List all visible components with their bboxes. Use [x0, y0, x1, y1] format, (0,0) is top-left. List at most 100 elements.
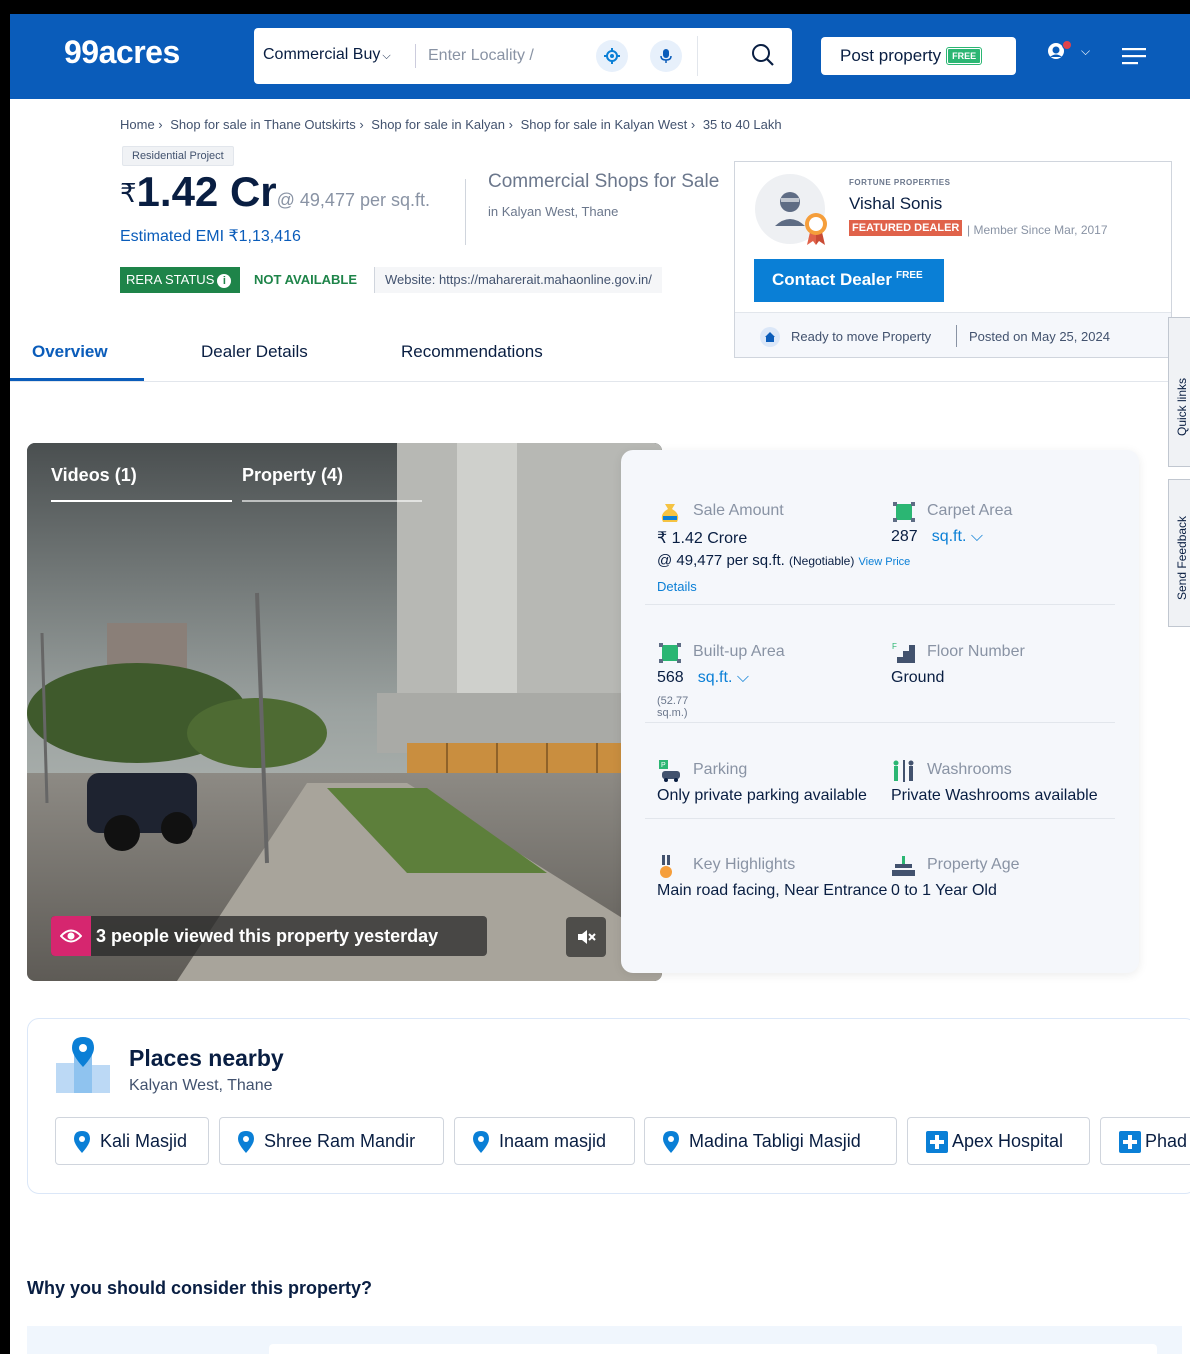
places-nearby-title: Places nearby	[129, 1045, 284, 1071]
place-name: Apex Hospital	[952, 1131, 1064, 1151]
divider	[645, 722, 1115, 723]
why-consider-heading: Why you should consider this property?	[27, 1278, 373, 1298]
property-photo	[27, 443, 662, 981]
media-tab-videos[interactable]: Videos (1)	[51, 465, 137, 486]
buildings-icon	[56, 1037, 110, 1093]
place-chip[interactable]: Shree Ram Mandir	[219, 1117, 444, 1165]
free-label: FREE	[895, 270, 923, 282]
post-property-button[interactable]: Post property FREE	[821, 37, 1016, 75]
estimated-emi-link[interactable]: Estimated EMI ₹1,13,416	[120, 226, 301, 246]
why-consider-panel	[27, 1326, 1182, 1354]
dealer-name[interactable]: Vishal Sonis	[849, 194, 942, 214]
breadcrumb-item[interactable]: Shop for sale in Kalyan ›	[371, 117, 513, 132]
place-name: Madina Tabligi Masjid	[689, 1131, 861, 1151]
place-chip[interactable]: Kali Masjid	[55, 1117, 209, 1165]
active-tab-indicator	[10, 378, 144, 381]
send-feedback-tab[interactable]: Send Feedback	[1168, 479, 1190, 627]
property-age-label: Property Age	[927, 856, 1020, 873]
chevron-down-icon: ⌵	[382, 50, 391, 62]
post-property-label: Post property	[840, 46, 942, 65]
floor-icon: F	[892, 642, 915, 663]
place-chip[interactable]: Madina Tabligi Masjid	[644, 1117, 897, 1165]
parking-label: Parking	[693, 761, 748, 778]
hamburger-menu-icon[interactable]	[1122, 47, 1148, 70]
divider	[465, 179, 466, 245]
project-tag: Residential Project	[122, 146, 234, 166]
carpet-area-value: 287 sq.ft. ⌵	[891, 528, 983, 546]
place-chip[interactable]: Apex Hospital	[907, 1117, 1090, 1165]
divider	[645, 604, 1115, 605]
search-bar: Commercial Buy ⌵	[254, 28, 792, 84]
property-location: in Kalyan West, Thane	[488, 204, 619, 219]
area-icon	[893, 502, 915, 522]
divider	[645, 818, 1115, 819]
parking-icon: P	[659, 760, 680, 782]
unit-dropdown[interactable]: sq.ft. ⌵	[932, 528, 983, 545]
dealer-company: FORTUNE PROPERTIES	[849, 178, 951, 187]
site-logo[interactable]: 99acres	[64, 34, 180, 71]
place-name: Inaam masjid	[499, 1131, 607, 1151]
tab-overview[interactable]: Overview	[32, 342, 108, 362]
carpet-area-number: 287	[891, 528, 918, 545]
view-price-link[interactable]: View Price	[859, 556, 911, 568]
tab-dealer-details[interactable]: Dealer Details	[201, 342, 308, 362]
place-name: Phad	[1145, 1131, 1188, 1151]
send-feedback-label: Send Feedback	[1175, 515, 1189, 600]
per-sqft-text: @ 49,477 per sq.ft.	[657, 552, 785, 569]
contact-dealer-button[interactable]: Contact Dealer FREE	[754, 259, 944, 302]
building-age-icon	[892, 856, 915, 876]
user-icon[interactable]	[1043, 40, 1077, 73]
breadcrumb-item[interactable]: 35 to 40 Lakh	[703, 117, 782, 132]
microphone-icon[interactable]	[650, 40, 682, 72]
places-nearby-section: Places nearby Kalyan West, Thane Kali Ma…	[27, 1018, 1190, 1194]
property-media-gallery[interactable]: Videos (1) Property (4) 3 people viewed …	[27, 443, 662, 981]
search-icon[interactable]	[750, 42, 776, 73]
builtup-area-number: 568	[657, 669, 684, 686]
page: 99acres Commercial Buy⌵ Post propertyFRE…	[10, 14, 1190, 1354]
media-tab-property[interactable]: Property (4)	[242, 465, 343, 486]
place-chip[interactable]: Phad	[1100, 1117, 1190, 1165]
negotiable-text: (Negotiable)	[788, 554, 855, 568]
rera-status-badge[interactable]: RERA STATUS i	[120, 267, 240, 293]
location-pin-icon	[473, 1131, 489, 1153]
quick-links-tab[interactable]: Quick links	[1168, 317, 1190, 467]
currency-symbol: ₹	[120, 178, 137, 208]
media-tab-indicator	[242, 500, 422, 502]
rera-value: NOT AVAILABLE	[254, 272, 358, 287]
tab-recommendations[interactable]: Recommendations	[401, 342, 543, 362]
mute-icon[interactable]	[566, 917, 606, 957]
builtup-area-sqm: (52.77 sq.m.)	[657, 695, 689, 719]
locality-search-input[interactable]	[428, 42, 578, 70]
money-bag-icon	[661, 504, 679, 522]
active-media-tab-indicator	[51, 500, 232, 502]
quick-links-label: Quick links	[1175, 377, 1189, 436]
carpet-area-label: Carpet Area	[927, 502, 1013, 519]
unit-label: sq.ft.	[697, 669, 733, 686]
breadcrumb-item[interactable]: Shop for sale in Thane Outskirts ›	[170, 117, 363, 132]
place-name: Kali Masjid	[100, 1131, 188, 1151]
area-icon	[659, 643, 681, 663]
location-target-icon[interactable]	[596, 40, 628, 72]
place-name: Shree Ram Mandir	[264, 1131, 416, 1151]
price-value: 1.42 Cr	[136, 168, 277, 215]
breadcrumb-item[interactable]: Home ›	[120, 117, 163, 132]
unit-dropdown[interactable]: sq.ft. ⌵	[698, 669, 749, 686]
rera-website: Website: https://maharerait.mahaonline.g…	[374, 267, 662, 293]
medal-icon	[803, 212, 829, 251]
featured-dealer-badge: FEATURED DEALER	[849, 220, 963, 236]
price: ₹1.42 Cr@ 49,477 per sq.ft.	[120, 168, 430, 216]
info-icon[interactable]: i	[217, 274, 232, 288]
breadcrumb-item[interactable]: Shop for sale in Kalyan West ›	[521, 117, 696, 132]
divider	[415, 44, 416, 68]
place-chip[interactable]: Inaam masjid	[454, 1117, 635, 1165]
floor-number-label: Floor Number	[927, 643, 1025, 660]
search-category-dropdown[interactable]: Commercial Buy ⌵	[263, 46, 391, 64]
search-category-label: Commercial Buy	[263, 46, 381, 63]
builtup-area-value: 568 sq.ft. ⌵	[657, 669, 749, 687]
chevron-down-icon[interactable]: ⌵	[1081, 44, 1090, 59]
eye-icon	[51, 916, 91, 956]
member-since: | Member Since Mar, 2017	[967, 223, 1108, 237]
price-details-link[interactable]: Details	[657, 579, 697, 594]
unit-label: sq.ft.	[931, 528, 967, 545]
why-consider-content	[269, 1344, 1157, 1354]
